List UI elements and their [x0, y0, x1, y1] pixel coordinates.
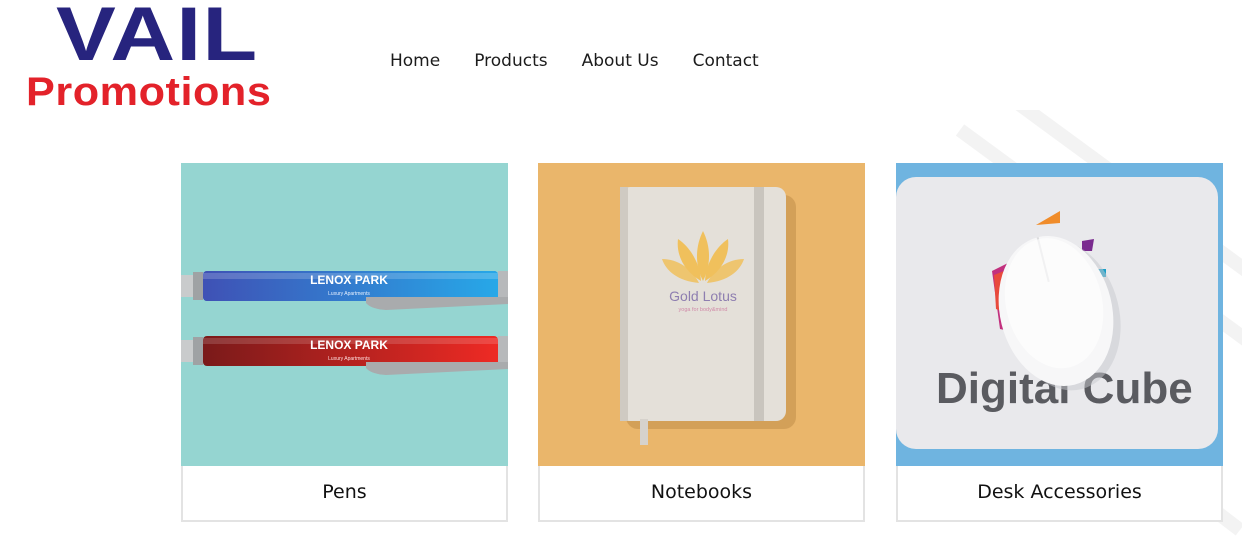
logo-line-vail: VAIL — [56, 0, 259, 77]
notebook-image: Gold Lotus yoga for body&mind — [538, 163, 865, 466]
pen-tagline-text: Luxury Apartments — [328, 291, 370, 297]
nav-link-contact[interactable]: Contact — [693, 50, 759, 72]
category-card-pens[interactable]: LENOX PARK Luxury Apartments LENOX PARK … — [181, 163, 508, 522]
notebook-brand-text: Gold Lotus — [669, 288, 737, 304]
pen-brand-text: LENOX PARK — [310, 273, 388, 287]
category-card-desk-accessories[interactable]: Digital Cube Desk Accessories — [896, 163, 1223, 522]
nav-link-about-us[interactable]: About Us — [582, 50, 659, 72]
nav-link-products[interactable]: Products — [474, 50, 547, 72]
logo-line-promotions: Promotions — [26, 70, 272, 114]
notebook-tagline-text: yoga for body&mind — [679, 307, 728, 313]
category-label-desk-accessories[interactable]: Desk Accessories — [898, 466, 1221, 520]
pen-brand-text: LENOX PARK — [310, 338, 388, 352]
pen-tagline-text: Luxury Apartments — [328, 356, 370, 362]
category-card-notebooks[interactable]: Gold Lotus yoga for body&mind Notebooks — [538, 163, 865, 522]
category-label-pens[interactable]: Pens — [183, 466, 506, 520]
nav-link-home[interactable]: Home — [390, 50, 440, 72]
pens-image: LENOX PARK Luxury Apartments LENOX PARK … — [181, 163, 508, 466]
category-label-notebooks[interactable]: Notebooks — [540, 466, 863, 520]
desk-accessories-image: Digital Cube — [896, 163, 1223, 466]
vail-promotions-logo[interactable]: VAIL Promotions — [24, 0, 324, 114]
main-navigation: Home Products About Us Contact — [390, 50, 759, 72]
